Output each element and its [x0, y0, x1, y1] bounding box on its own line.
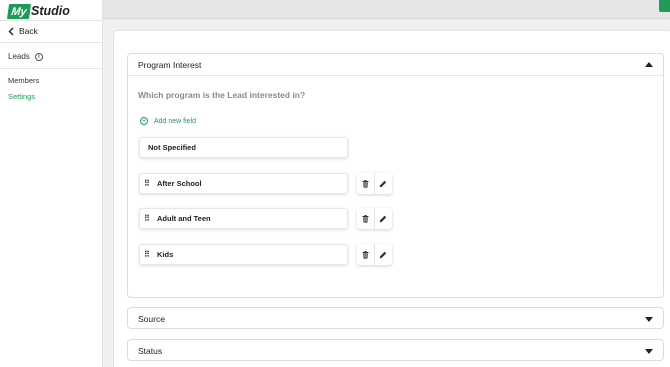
section-title: Source	[138, 314, 165, 324]
trash-icon	[362, 214, 369, 223]
pencil-icon	[379, 251, 387, 258]
edit-option-button[interactable]	[374, 244, 391, 265]
sidebar-divider	[0, 20, 103, 21]
sidebar: My Studio Back Leads i Members Settings	[0, 0, 103, 367]
app-logo[interactable]: My Studio	[6, 3, 70, 19]
sidebar-item-settings[interactable]: Settings	[8, 92, 35, 101]
option-actions	[357, 244, 392, 265]
drag-handle-icon[interactable]: ⠿	[144, 214, 152, 223]
option-label: Not Specified	[148, 143, 196, 152]
option-field[interactable]: ⠿ After School	[139, 173, 348, 194]
sidebar-item-members[interactable]: Members	[8, 76, 39, 85]
option-label: Kids	[157, 250, 174, 259]
section-title: Program Interest	[138, 59, 202, 70]
section-status: Status	[127, 339, 664, 361]
logo-mark: My	[6, 3, 32, 19]
add-new-field-button[interactable]: + Add new field	[140, 117, 196, 125]
pencil-icon	[379, 180, 387, 187]
section-source: Source	[127, 307, 664, 329]
option-field[interactable]: ⠿ Adult and Teen	[139, 208, 348, 229]
drag-handle-icon[interactable]: ⠿	[144, 250, 152, 259]
option-actions	[357, 208, 392, 229]
section-source-header[interactable]: Source	[128, 308, 663, 330]
caret-down-icon[interactable]	[645, 348, 653, 354]
sidebar-section-leads: Leads i	[8, 52, 43, 61]
top-bar	[103, 0, 670, 19]
section-program-interest-header[interactable]: Program Interest	[128, 54, 663, 76]
sidebar-section-label: Leads	[8, 52, 30, 61]
delete-option-button[interactable]	[357, 208, 374, 229]
option-field[interactable]: ⠿ Kids	[139, 244, 348, 265]
field-question: Which program is the Lead interested in?	[138, 90, 306, 100]
option-field-default: Not Specified	[139, 137, 348, 158]
back-button[interactable]: Back	[8, 26, 38, 36]
top-action-button[interactable]	[659, 0, 670, 12]
option-label: Adult and Teen	[157, 214, 211, 223]
chevron-left-icon	[8, 27, 14, 35]
back-label: Back	[19, 26, 38, 36]
section-title: Status	[138, 346, 163, 356]
section-status-header[interactable]: Status	[128, 340, 663, 362]
delete-option-button[interactable]	[357, 173, 374, 194]
edit-option-button[interactable]	[374, 173, 391, 194]
plus-circle-icon: +	[140, 117, 148, 125]
info-icon[interactable]: i	[34, 52, 43, 61]
logo-text: Studio	[31, 4, 70, 18]
caret-down-icon[interactable]	[645, 316, 653, 322]
trash-icon	[362, 179, 369, 188]
delete-option-button[interactable]	[357, 244, 374, 265]
caret-up-icon[interactable]	[645, 62, 653, 67]
trash-icon	[362, 250, 369, 259]
drag-handle-icon[interactable]: ⠿	[144, 179, 152, 188]
sidebar-divider	[0, 68, 103, 69]
option-actions	[357, 173, 392, 194]
section-program-interest: Program Interest Which program is the Le…	[127, 53, 664, 298]
edit-option-button[interactable]	[374, 208, 391, 229]
pencil-icon	[379, 215, 387, 222]
sidebar-divider	[0, 42, 103, 43]
option-label: After School	[157, 179, 202, 188]
add-new-field-label: Add new field	[154, 117, 197, 125]
